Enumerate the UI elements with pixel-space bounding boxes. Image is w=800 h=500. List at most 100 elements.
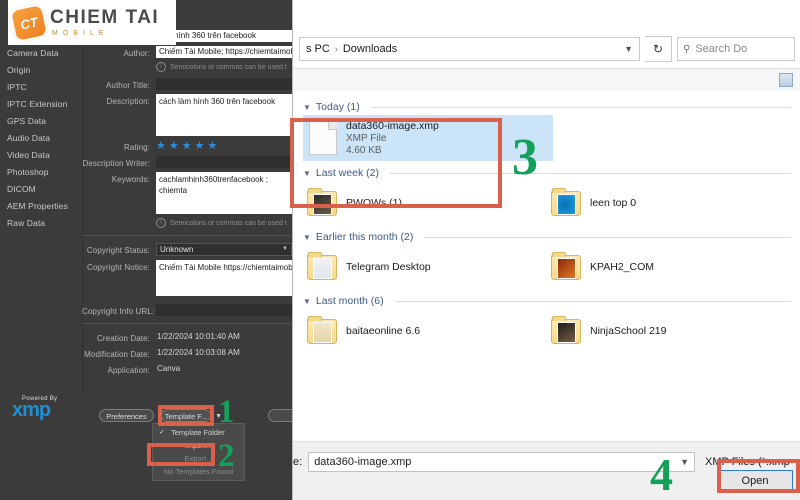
breadcrumb[interactable]: s PC › Downloads ▼ bbox=[299, 37, 640, 61]
preferences-button[interactable]: Preferences bbox=[99, 409, 154, 422]
group-header-today[interactable]: ▼ Today (1) bbox=[303, 101, 791, 113]
keywords-row: Keywords: cachlamhinh360trenfacebook ; c… bbox=[82, 172, 292, 214]
folder-name: PWOWs (1) bbox=[346, 197, 402, 209]
filename-row: e: data360-image.xmp ▼ XMP Files (*.xmp bbox=[293, 452, 793, 472]
list-item[interactable]: NinjaSchool 219 bbox=[547, 309, 791, 353]
document-title-input[interactable]: làm hình 360 trên facebook bbox=[156, 30, 292, 42]
creation-date-label: Creation Date: bbox=[97, 334, 150, 343]
folder-icon bbox=[551, 250, 581, 284]
author-title-input[interactable] bbox=[156, 78, 292, 90]
copyright-notice-label: Copyright Notice: bbox=[86, 263, 150, 272]
group-header-earlier-this-month[interactable]: ▼ Earlier this month (2) bbox=[303, 231, 791, 243]
chevron-down-icon[interactable]: ▼ bbox=[303, 297, 311, 306]
file-name: data360-image.xmp bbox=[346, 120, 439, 132]
copyright-status-row: Copyright Status: Unknown ▼ bbox=[82, 243, 292, 256]
copyright-notice-input[interactable]: Chiếm Tài Mobile https://chiemtaimobi bbox=[156, 260, 292, 296]
author-hint-text: Semicolons or commas can be used t bbox=[170, 63, 287, 71]
group-header-label: Earlier this month (2) bbox=[315, 231, 414, 243]
file-list-area[interactable]: ▼ Today (1) data360-image.xmp XMP File 4… bbox=[293, 91, 800, 442]
copyright-status-select[interactable]: Unknown ▼ bbox=[156, 243, 292, 256]
file-type-filter[interactable]: XMP Files (*.xmp bbox=[701, 456, 793, 468]
filename-input[interactable]: data360-image.xmp ▼ bbox=[308, 452, 695, 472]
divider bbox=[370, 106, 791, 108]
secondary-pill-button[interactable] bbox=[268, 409, 292, 422]
breadcrumb-root[interactable]: s PC bbox=[306, 43, 330, 55]
xmp-category-nav[interactable]: Camera Data Origin IPTC IPTC Extension G… bbox=[0, 44, 83, 394]
sidebar-item-gps-data[interactable]: GPS Data bbox=[0, 112, 82, 129]
author-hint: i Semicolons or commas can be used t bbox=[156, 62, 292, 72]
description-input[interactable]: cách làm hình 360 trên facebook bbox=[156, 94, 292, 136]
copyright-status-value: Unknown bbox=[160, 245, 194, 254]
group-header-label: Last week (2) bbox=[315, 167, 379, 179]
search-input[interactable]: Search Do bbox=[695, 43, 747, 55]
refresh-button[interactable]: ↻ bbox=[645, 36, 672, 62]
file-grid: Telegram Desktop KPAH2_COM bbox=[303, 245, 791, 289]
chevron-down-icon[interactable]: ▼ bbox=[624, 44, 633, 54]
list-item[interactable]: baitaeonline 6.6 bbox=[303, 309, 547, 353]
sidebar-item-video-data[interactable]: Video Data bbox=[0, 146, 82, 163]
keywords-input[interactable]: cachlamhinh360trenfacebook ; chiemta bbox=[156, 172, 292, 214]
description-label: Description: bbox=[106, 97, 150, 106]
modification-date-value: 1/22/2024 10:03:08 AM bbox=[157, 348, 240, 357]
sidebar-item-iptc[interactable]: IPTC bbox=[0, 78, 82, 95]
powered-by-xmp: Powered By xmp bbox=[12, 396, 57, 420]
chevron-down-icon[interactable]: ▼ bbox=[303, 169, 311, 178]
open-button[interactable]: Open bbox=[717, 470, 793, 492]
view-layout-icon[interactable] bbox=[779, 73, 793, 87]
application-row: Application: Canva bbox=[82, 363, 292, 375]
chevron-down-icon[interactable]: ▼ bbox=[303, 233, 311, 242]
chevron-down-icon[interactable]: ▼ bbox=[680, 457, 689, 467]
folder-icon bbox=[551, 186, 581, 220]
copyright-url-input[interactable] bbox=[156, 304, 292, 316]
list-item[interactable]: Telegram Desktop bbox=[303, 245, 547, 289]
xmp-file-info-panel: Camera Data Origin IPTC IPTC Extension G… bbox=[0, 0, 292, 500]
file-size: 4.60 KB bbox=[346, 145, 382, 156]
star-icon[interactable]: ★ bbox=[156, 141, 166, 152]
search-icon: ⚲ bbox=[683, 43, 691, 55]
search-box[interactable]: ⚲ Search Do bbox=[677, 37, 795, 61]
copyright-status-label: Copyright Status: bbox=[86, 246, 150, 255]
author-input[interactable]: Chiếm Tài Mobile; https://chiemtaimob bbox=[156, 46, 292, 58]
sidebar-item-camera-data[interactable]: Camera Data bbox=[0, 44, 82, 61]
template-folder-button[interactable]: Template F... ▼ bbox=[161, 409, 222, 422]
group-header-last-week[interactable]: ▼ Last week (2) bbox=[303, 167, 791, 179]
description-row: Description: cách làm hình 360 trên face… bbox=[82, 94, 292, 136]
filename-label: e: bbox=[293, 456, 303, 468]
file-meta: data360-image.xmp XMP File 4.60 KB bbox=[346, 120, 439, 156]
keywords-label: Keywords: bbox=[111, 175, 150, 184]
star-icon[interactable]: ★ bbox=[169, 141, 179, 152]
sidebar-item-raw-data[interactable]: Raw Data bbox=[0, 214, 82, 231]
list-item[interactable]: KPAH2_COM bbox=[547, 245, 791, 289]
file-grid: PWOWs (1) leen top 0 bbox=[303, 181, 791, 225]
sidebar-item-iptc-extension[interactable]: IPTC Extension bbox=[0, 95, 82, 112]
divider bbox=[394, 300, 791, 302]
modification-date-row: Modification Date: 1/22/2024 10:03:08 AM bbox=[82, 347, 292, 359]
chevron-down-icon[interactable]: ▼ bbox=[303, 103, 311, 112]
list-item[interactable]: PWOWs (1) bbox=[303, 181, 547, 225]
file-meta: leen top 0 bbox=[590, 197, 636, 209]
description-writer-row: Description Writer: bbox=[82, 156, 292, 168]
copyright-url-label: Copyright Info URL: bbox=[82, 307, 155, 316]
sidebar-item-dicom[interactable]: DICOM bbox=[0, 180, 82, 197]
info-icon: i bbox=[156, 62, 166, 72]
rating-label: Rating: bbox=[123, 143, 150, 152]
sidebar-item-aem-properties[interactable]: AEM Properties bbox=[0, 197, 82, 214]
list-item[interactable]: leen top 0 bbox=[547, 181, 791, 225]
dialog-action-buttons: Open bbox=[717, 470, 793, 492]
star-icon[interactable]: ★ bbox=[195, 141, 205, 152]
watermark-logo: CT CHIEM TAI MOBILE bbox=[8, 0, 176, 45]
star-icon[interactable]: ★ bbox=[182, 141, 192, 152]
annotation-number-2: 2 bbox=[218, 438, 235, 474]
group-header-last-month[interactable]: ▼ Last month (6) bbox=[303, 295, 791, 307]
description-writer-input[interactable] bbox=[156, 156, 292, 168]
dialog-title-bar bbox=[293, 0, 800, 30]
breadcrumb-current[interactable]: Downloads bbox=[343, 43, 397, 55]
sidebar-item-audio-data[interactable]: Audio Data bbox=[0, 129, 82, 146]
sidebar-item-photoshop[interactable]: Photoshop bbox=[0, 163, 82, 180]
sidebar-item-origin[interactable]: Origin bbox=[0, 61, 82, 78]
star-icon[interactable]: ★ bbox=[208, 141, 218, 152]
folder-name: baitaeonline 6.6 bbox=[346, 325, 421, 337]
rating-stars[interactable]: ★ ★ ★ ★ ★ bbox=[156, 140, 217, 152]
folder-name: KPAH2_COM bbox=[590, 261, 654, 273]
open-file-dialog: s PC › Downloads ▼ ↻ ⚲ Search Do ▼ Today… bbox=[292, 0, 800, 500]
